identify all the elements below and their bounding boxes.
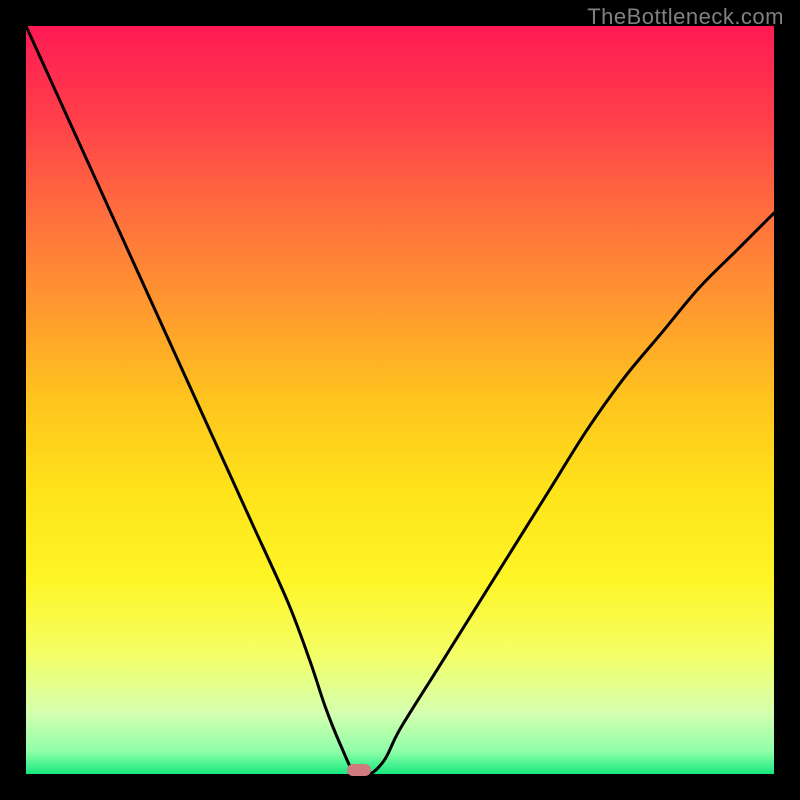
bottleneck-curve — [26, 26, 774, 774]
chart-frame: TheBottleneck.com — [0, 0, 800, 800]
watermark: TheBottleneck.com — [587, 4, 784, 30]
plot-area — [26, 26, 774, 774]
optimal-marker — [347, 764, 371, 776]
